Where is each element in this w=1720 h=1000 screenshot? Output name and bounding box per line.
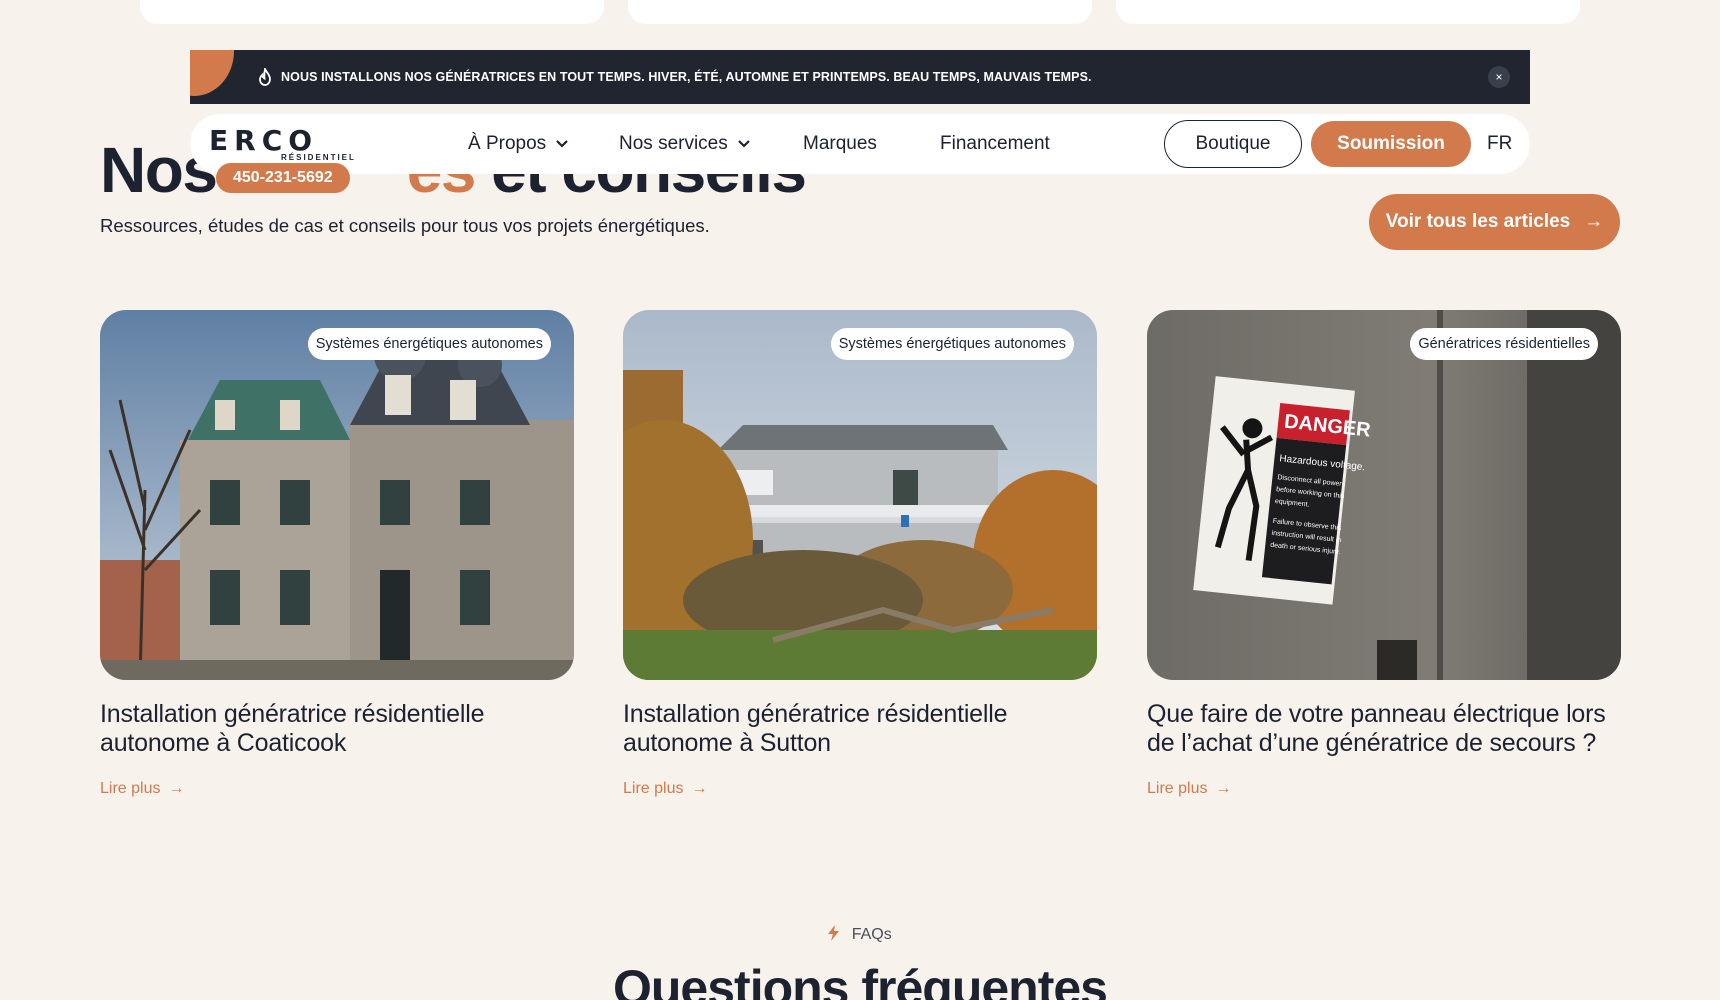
category-tag: Systèmes énergétiques autonomes <box>830 328 1074 360</box>
article-image[interactable]: Systèmes énergétiques autonomes <box>100 310 574 680</box>
article-title[interactable]: Que faire de votre panneau électrique lo… <box>1147 700 1621 758</box>
nav-item-nos-services[interactable]: Nos services <box>619 114 750 174</box>
nav-item-a-propos[interactable]: À Propos <box>468 114 568 174</box>
nav-label: Nos services <box>619 133 728 154</box>
decorative-blob <box>190 50 234 96</box>
arrow-right-icon: → <box>691 780 708 797</box>
nav-label: À Propos <box>468 133 547 154</box>
previous-card-bottom <box>140 0 604 24</box>
read-more-link[interactable]: Lire plus → <box>623 780 707 798</box>
flame-icon <box>258 66 272 86</box>
quote-button[interactable]: Soumission <box>1311 121 1471 167</box>
faq-label: FAQs <box>851 926 892 943</box>
lightning-icon <box>828 925 843 943</box>
phone-button[interactable]: 450-231-5692 <box>216 163 350 193</box>
article-card[interactable]: Systèmes énergétiques autonomes Installa… <box>100 310 574 798</box>
chevron-down-icon <box>737 114 750 174</box>
nav-item-marques[interactable]: Marques <box>803 114 877 174</box>
banner-text: NOUS INSTALLONS NOS GÉNÉRATRICES EN TOUT… <box>281 70 1092 84</box>
faq-eyebrow: FAQs <box>0 925 1720 944</box>
previous-card-bottom <box>1116 0 1580 24</box>
view-all-articles-button[interactable]: Voir tous les articles → <box>1369 194 1620 250</box>
previous-card-bottom <box>628 0 1092 24</box>
category-tag: Systèmes énergétiques autonomes <box>307 328 551 360</box>
article-image[interactable]: Systèmes énergétiques autonomes <box>623 310 1097 680</box>
logo[interactable]: ERCO RÉSIDENTIEL <box>209 124 354 163</box>
read-more-label: Lire plus <box>100 780 161 797</box>
main-navbar: ERCO RÉSIDENTIEL À Propos Nos services M… <box>190 114 1530 174</box>
article-title[interactable]: Installation génératrice résidentielle a… <box>100 700 574 758</box>
read-more-link[interactable]: Lire plus → <box>100 780 184 798</box>
announcement-banner: NOUS INSTALLONS NOS GÉNÉRATRICES EN TOUT… <box>190 50 1530 104</box>
lakeside-house-image <box>623 310 1097 680</box>
close-icon[interactable]: × <box>1488 66 1510 88</box>
read-more-link[interactable]: Lire plus → <box>1147 780 1231 798</box>
arrow-right-icon: → <box>168 780 185 797</box>
nav-item-financement[interactable]: Financement <box>940 114 1050 174</box>
shop-button[interactable]: Boutique <box>1164 120 1302 168</box>
article-card[interactable]: DANGER Hazardous voltage. Disconnect all… <box>1147 310 1621 798</box>
view-all-label: Voir tous les articles <box>1385 211 1571 232</box>
arrow-right-icon: → <box>1584 211 1604 232</box>
read-more-label: Lire plus <box>623 780 684 797</box>
arrow-right-icon: → <box>1215 780 1232 797</box>
article-title[interactable]: Installation génératrice résidentielle a… <box>623 700 1097 758</box>
article-image[interactable]: DANGER Hazardous voltage. Disconnect all… <box>1147 310 1621 680</box>
chevron-down-icon <box>556 114 568 174</box>
category-tag: Génératrices résidentielles <box>1410 328 1598 360</box>
section-subtitle: Ressources, études de cas et conseils po… <box>100 215 710 236</box>
read-more-label: Lire plus <box>1147 780 1208 797</box>
logo-subtitle: RÉSIDENTIEL <box>281 153 356 162</box>
article-card[interactable]: Systèmes énergétiques autonomes Installa… <box>623 310 1097 798</box>
logo-wordmark: ERCO <box>209 124 319 157</box>
electrical-panel-image: DANGER Hazardous voltage. Disconnect all… <box>1147 310 1621 680</box>
language-switch[interactable]: FR <box>1487 114 1512 174</box>
page: NOUS INSTALLONS NOS GÉNÉRATRICES EN TOUT… <box>0 0 1720 1000</box>
victorian-house-image <box>100 310 574 680</box>
faq-title: Questions fréquentes <box>613 960 1108 1000</box>
